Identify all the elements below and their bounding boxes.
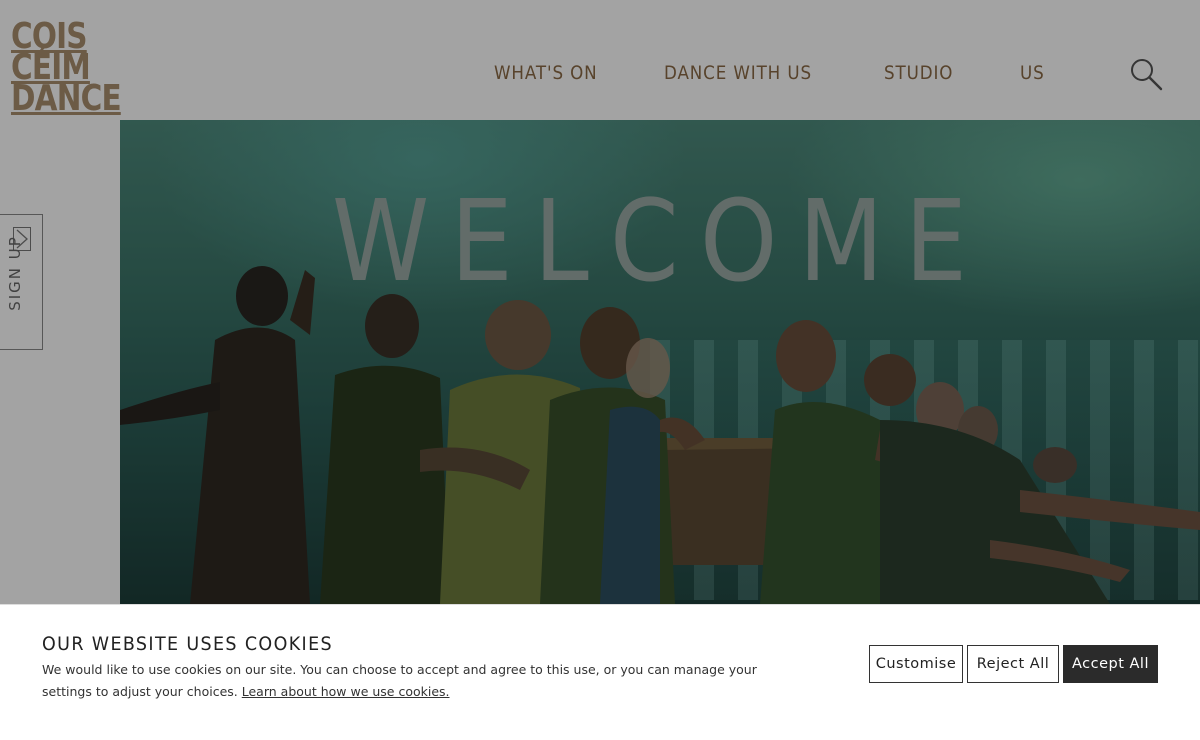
search-button[interactable] [1128, 56, 1164, 92]
nav-item-studio[interactable]: STUDIO [884, 62, 953, 84]
search-icon [1131, 59, 1163, 91]
site-header: COIS CÉIM DANCE WHAT'S ON DANCE WITH US … [0, 0, 1200, 120]
nav-item-us[interactable]: US [1020, 62, 1045, 84]
signup-label: SIGN UP [6, 235, 24, 311]
cookie-policy-link[interactable]: Learn about how we use cookies. [242, 684, 450, 699]
cookie-banner: OUR WEBSITE USES COOKIES We would like t… [0, 604, 1200, 740]
reject-all-button[interactable]: Reject All [967, 645, 1059, 683]
customise-button[interactable]: Customise [869, 645, 963, 683]
hero-banner: WELCOME [120, 120, 1200, 604]
signup-tab[interactable]: SIGN UP [0, 214, 43, 350]
hero-title: WELCOME [331, 177, 989, 307]
nav-item-dance-with-us[interactable]: DANCE WITH US [664, 62, 812, 84]
cookie-message: We would like to use cookies on our site… [42, 659, 802, 703]
nav-item-whats-on[interactable]: WHAT'S ON [494, 62, 598, 84]
main-nav: WHAT'S ON DANCE WITH US STUDIO US [0, 62, 1200, 90]
accept-all-button[interactable]: Accept All [1063, 645, 1158, 683]
cookie-title: OUR WEBSITE USES COOKIES [42, 633, 333, 655]
